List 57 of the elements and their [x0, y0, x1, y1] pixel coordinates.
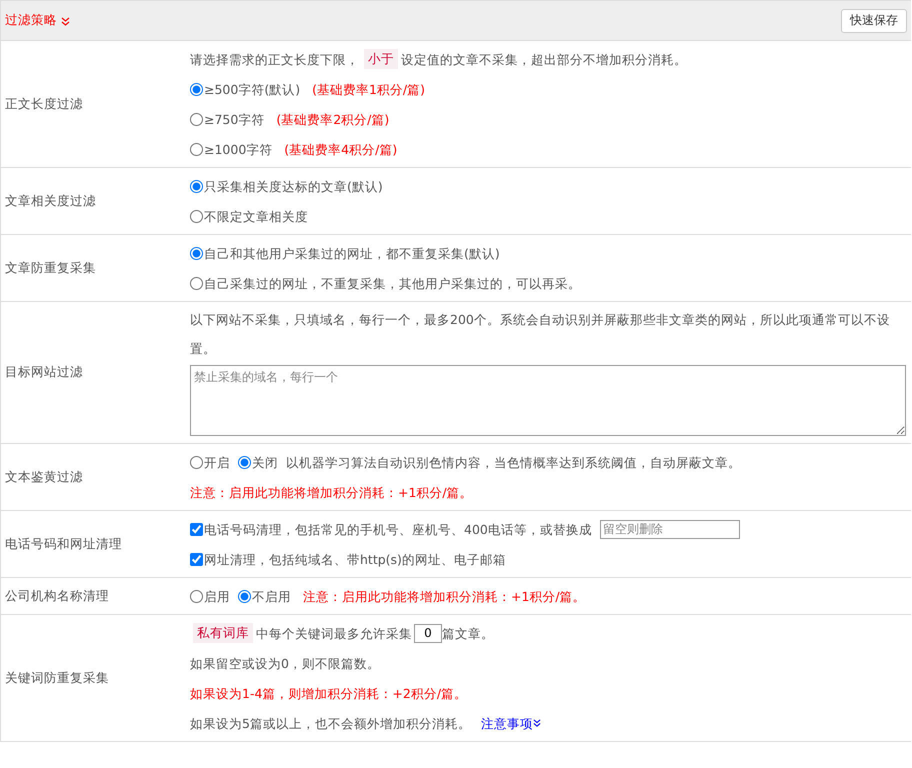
description-text: 以下网站不采集，只填域名，每行一个，最多200个。系统会自动识别并屏蔽那些非文章类的网站，所以此项通常可以不设置。 [190, 311, 891, 358]
warning-text: 注意：启用此功能将增加积分消耗：+1积分/篇。 [303, 588, 586, 606]
warning-text: 注意：启用此功能将增加积分消耗：+1积分/篇。 [190, 484, 473, 502]
warning-text: (基础费率2积分/篇) [276, 110, 390, 128]
radio-label[interactable]: ≥750字符 [204, 104, 264, 134]
description-text: 以机器学习算法自动识别色情内容，当色情概率达到系统阈值，自动屏蔽文章。 [286, 454, 741, 472]
warning-text: 如果设为1-4篇，则增加积分消耗：+2积分/篇。 [190, 684, 468, 702]
double-chevron-icon[interactable] [532, 719, 541, 727]
radio-button[interactable] [190, 456, 203, 468]
checkbox[interactable] [190, 522, 203, 536]
description-text: 请选择需求的正文长度下限， [190, 50, 359, 68]
keyword-tag: 私有词库 [193, 623, 253, 643]
radio-button[interactable] [190, 180, 203, 192]
radio-label[interactable]: 自己采集过的网址，不重复采集，其他用户采集过的，可以再采。 [204, 268, 581, 298]
radio-button[interactable] [190, 590, 203, 602]
description-text: 中每个关键词最多允许采集 [256, 624, 412, 642]
radio-label[interactable]: 不限定文章相关度 [204, 202, 308, 230]
radio-button[interactable] [190, 210, 203, 222]
row-label: 文章相关度过滤 [5, 192, 96, 210]
description-text: 篇文章。 [442, 624, 494, 642]
radio-label[interactable]: 关闭 [252, 448, 278, 476]
radio-button[interactable] [190, 112, 203, 126]
radio-button[interactable] [238, 590, 251, 602]
warning-text: (基础费率1积分/篇) [312, 80, 426, 98]
checkbox-label[interactable]: 电话号码清理，包括常见的手机号、座机号、400电话等，或替换成 [204, 514, 592, 544]
row-label: 正文长度过滤 [5, 96, 83, 112]
radio-label[interactable]: ≥500字符(默认) [204, 74, 300, 104]
radio-button[interactable] [238, 456, 251, 468]
radio-label[interactable]: 开启 [204, 448, 230, 476]
radio-button[interactable] [190, 246, 203, 260]
replace-text-field[interactable]: 留空则删除 [600, 520, 740, 538]
warning-text: (基础费率4积分/篇) [284, 140, 398, 158]
quick-save-button[interactable]: 快速保存 [841, 8, 907, 32]
keyword-tag: 小于 [364, 49, 398, 69]
row-label: 关键词防重复采集 [5, 670, 109, 686]
radio-label[interactable]: 启用 [204, 582, 230, 610]
row-label: 文章防重复采集 [5, 260, 96, 276]
row-label: 公司机构名称清理 [5, 588, 109, 604]
radio-label[interactable]: 只采集相关度达标的文章(默认) [204, 172, 383, 200]
description-text: 设定值的文章不采集，超出部分不增加积分消耗。 [401, 50, 687, 68]
radio-button[interactable] [190, 276, 203, 290]
description-text: 如果留空或设为0，则不限篇数。 [190, 654, 380, 672]
checkbox-label[interactable]: 网址清理，包括纯域名、带http(s)的网址、电子邮箱 [204, 544, 506, 574]
description-text: 如果设为5篇或以上，也不会额外增加积分消耗。 [190, 714, 471, 732]
row-label: 文本鉴黄过滤 [5, 468, 83, 486]
radio-button[interactable] [190, 142, 203, 156]
row-label: 电话号码和网址清理 [5, 536, 122, 552]
double-chevron-icon[interactable] [61, 16, 70, 26]
radio-label[interactable]: 不启用 [252, 582, 291, 610]
notes-link[interactable]: 注意事项 [480, 708, 533, 738]
row-label: 目标网站过滤 [5, 364, 83, 381]
count-field[interactable]: 0 [414, 624, 442, 642]
checkbox[interactable] [190, 552, 203, 566]
radio-label[interactable]: ≥1000字符 [204, 134, 272, 164]
radio-button[interactable] [190, 82, 203, 96]
radio-label[interactable]: 自己和其他用户采集过的网址，都不重复采集(默认) [204, 238, 500, 268]
domain-textarea[interactable]: 禁止采集的域名，每行一个 [190, 365, 906, 436]
